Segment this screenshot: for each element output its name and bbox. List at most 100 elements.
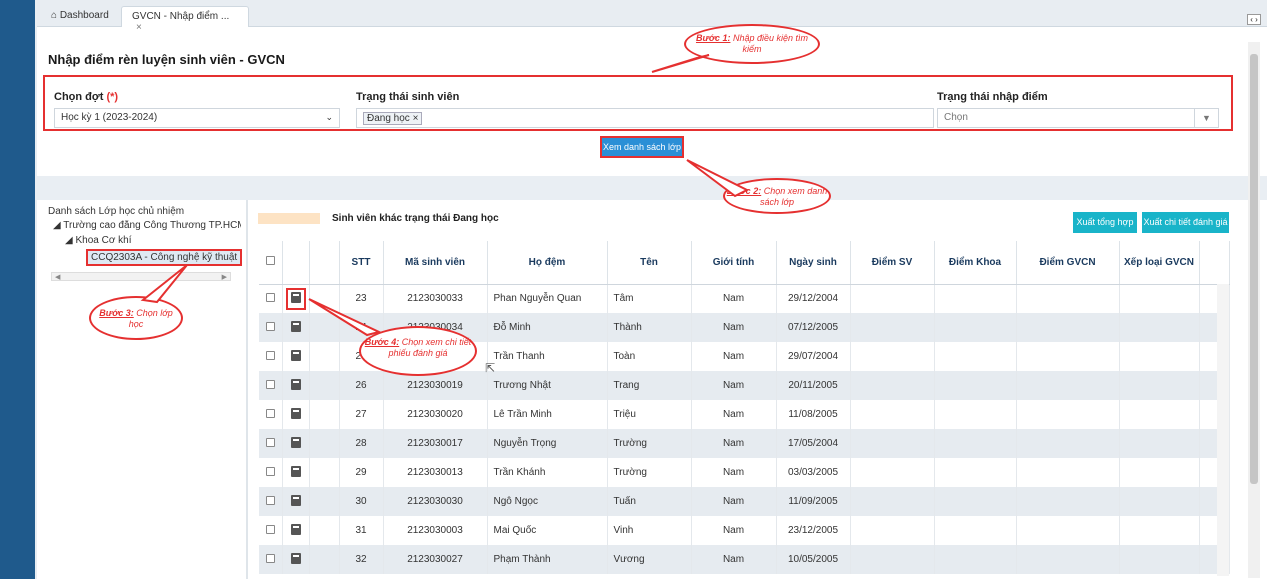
legend-text: Sinh viên khác trạng thái Đang học bbox=[332, 213, 499, 224]
row-checkbox[interactable] bbox=[259, 342, 283, 371]
cell-gvcn-rank bbox=[1119, 313, 1200, 342]
export-detail-button[interactable]: Xuất chi tiết đánh giá bbox=[1142, 212, 1229, 233]
row-checkbox[interactable] bbox=[259, 458, 283, 487]
calculator-icon bbox=[290, 436, 301, 448]
row-checkbox[interactable] bbox=[259, 313, 283, 342]
cell-gvcn-rank bbox=[1119, 342, 1200, 371]
view-detail-button[interactable] bbox=[282, 371, 310, 400]
col-gvcn-score[interactable]: Điểm GVCN bbox=[1016, 241, 1120, 285]
cell-gender: Nam bbox=[691, 400, 777, 429]
cell-student-id: 2123030027 bbox=[383, 545, 488, 574]
calculator-icon bbox=[290, 320, 301, 332]
tree-node-school[interactable]: ◢ Trường cao đẳng Công Thương TP.HCM bbox=[53, 220, 241, 231]
calculator-icon bbox=[290, 407, 301, 419]
page-title: Nhập điểm rèn luyện sinh viên - GVCN bbox=[48, 52, 285, 67]
tree-node-class[interactable]: CCQ2303A - Công nghệ kỹ thuật bbox=[86, 249, 243, 266]
entry-status-select[interactable]: Chọn ▼ bbox=[937, 108, 1219, 128]
calculator-icon bbox=[290, 523, 301, 535]
cell-gender: Nam bbox=[691, 313, 777, 342]
cell-stt: 28 bbox=[339, 429, 384, 458]
cell-student-id: 2123030020 bbox=[383, 400, 488, 429]
tab-dashboard[interactable]: ⌂ Dashboard bbox=[41, 6, 119, 27]
row-checkbox[interactable] bbox=[259, 429, 283, 458]
cell-student-score bbox=[850, 371, 935, 400]
table-vertical-scrollbar[interactable] bbox=[1217, 284, 1229, 576]
col-birthdate[interactable]: Ngày sinh bbox=[776, 241, 851, 285]
cell-stt: 27 bbox=[339, 400, 384, 429]
col-stt[interactable]: STT bbox=[339, 241, 384, 285]
table-row[interactable]: 30 2123030030 Ngô Ngọc Tuấn Nam 11/09/2005 bbox=[259, 487, 1230, 516]
close-icon[interactable]: × bbox=[136, 22, 142, 33]
table-row[interactable]: 32 2123030027 Phạm Thành Vương Nam 10/05/2005 bbox=[259, 545, 1230, 574]
row-checkbox[interactable] bbox=[259, 284, 283, 313]
view-detail-button[interactable] bbox=[282, 284, 310, 313]
cell-student-id: 2123030030 bbox=[383, 487, 488, 516]
cell-gvcn-rank bbox=[1119, 458, 1200, 487]
export-summary-button[interactable]: Xuất tổng hợp bbox=[1073, 212, 1137, 233]
cell-gvcn-score bbox=[1016, 429, 1120, 458]
calculator-icon bbox=[290, 378, 301, 390]
student-status-select[interactable]: Đang học × bbox=[356, 108, 934, 128]
view-class-list-button[interactable]: Xem danh sách lớp bbox=[600, 136, 684, 158]
cell-faculty-score bbox=[934, 487, 1017, 516]
app-window: ⌂ Dashboard GVCN - Nhập điểm ... × ‹ › N… bbox=[37, 0, 1267, 579]
callout-step-2: Bước 2: Chọn xem danh sách lớp bbox=[723, 178, 831, 214]
dot-select[interactable]: Học kỳ 1 (2023-2024) ⌄ bbox=[54, 108, 340, 128]
cell-birthdate: 17/05/2004 bbox=[776, 429, 851, 458]
col-gender[interactable]: Giới tính bbox=[691, 241, 777, 285]
cell-student-score bbox=[850, 487, 935, 516]
tab-bar: ⌂ Dashboard GVCN - Nhập điểm ... × bbox=[37, 0, 1267, 33]
cell-last-middle-name: Phạm Thành bbox=[487, 545, 608, 574]
row-checkbox[interactable] bbox=[259, 371, 283, 400]
cell-first-name: Trường bbox=[607, 458, 692, 487]
col-student-id[interactable]: Mã sinh viên bbox=[383, 241, 488, 285]
cell-gvcn-score bbox=[1016, 487, 1120, 516]
cell-last-middle-name: Nguyễn Trọng bbox=[487, 429, 608, 458]
cell-gvcn-rank bbox=[1119, 284, 1200, 313]
view-detail-button[interactable] bbox=[282, 545, 310, 574]
table-row[interactable]: 31 2123030003 Mai Quốc Vinh Nam 23/12/2005 bbox=[259, 516, 1230, 545]
view-detail-button[interactable] bbox=[282, 516, 310, 545]
col-student-score[interactable]: Điểm SV bbox=[850, 241, 935, 285]
view-detail-button[interactable] bbox=[282, 429, 310, 458]
student-table: STT Mã sinh viên Họ đệm Tên Giới tính Ng… bbox=[259, 241, 1230, 574]
view-detail-button[interactable] bbox=[282, 342, 310, 371]
view-detail-button[interactable] bbox=[282, 487, 310, 516]
cell-faculty-score bbox=[934, 313, 1017, 342]
cell-faculty-score bbox=[934, 429, 1017, 458]
cell-faculty-score bbox=[934, 458, 1017, 487]
page-vertical-scrollbar[interactable] bbox=[1248, 42, 1260, 578]
select-all-checkbox[interactable] bbox=[259, 241, 283, 285]
col-gvcn-rank[interactable]: Xếp loại GVCN bbox=[1119, 241, 1200, 285]
cell-student-id: 2123030019 bbox=[383, 371, 488, 400]
table-row[interactable]: 27 2123030020 Lê Trần Minh Triệu Nam 11/08/20… bbox=[259, 400, 1230, 429]
col-last-middle-name[interactable]: Họ đệm bbox=[487, 241, 608, 285]
table-row[interactable]: 23 2123030033 Phan Nguyễn Quan Tâm Nam 29/12/… bbox=[259, 284, 1230, 313]
row-checkbox[interactable] bbox=[259, 400, 283, 429]
tab-gvcn-entry[interactable]: GVCN - Nhập điểm ... × bbox=[121, 6, 249, 33]
table-row[interactable]: 28 2123030017 Nguyễn Trọng Trường Nam 17/05/2… bbox=[259, 429, 1230, 458]
col-faculty-score[interactable]: Điểm Khoa bbox=[934, 241, 1017, 285]
view-detail-button[interactable] bbox=[282, 400, 310, 429]
col-first-name[interactable]: Tên bbox=[607, 241, 692, 285]
expand-icon[interactable]: ‹ › bbox=[1247, 14, 1261, 25]
table-row[interactable]: 29 2123030013 Trần Khánh Trường Nam 03/03/200… bbox=[259, 458, 1230, 487]
row-checkbox[interactable] bbox=[259, 545, 283, 574]
tree-node-faculty[interactable]: ◢ Khoa Cơ khí bbox=[65, 235, 132, 246]
status-chip[interactable]: Đang học × bbox=[363, 112, 423, 125]
row-checkbox[interactable] bbox=[259, 516, 283, 545]
table-header-row: STT Mã sinh viên Họ đệm Tên Giới tính Ng… bbox=[259, 241, 1230, 285]
pane-divider[interactable] bbox=[246, 200, 248, 579]
cell-birthdate: 20/11/2005 bbox=[776, 371, 851, 400]
view-detail-button[interactable] bbox=[282, 458, 310, 487]
tree-horizontal-scrollbar[interactable]: ◀ ▶ bbox=[51, 272, 231, 281]
row-checkbox[interactable] bbox=[259, 487, 283, 516]
cell-faculty-score bbox=[934, 371, 1017, 400]
section-divider bbox=[37, 176, 1267, 200]
dropdown-arrow-icon: ▼ bbox=[1194, 109, 1218, 127]
cell-stt: 26 bbox=[339, 371, 384, 400]
calculator-icon bbox=[290, 349, 301, 361]
cell-gender: Nam bbox=[691, 545, 777, 574]
cell-student-score bbox=[850, 516, 935, 545]
view-detail-button[interactable] bbox=[282, 313, 310, 342]
